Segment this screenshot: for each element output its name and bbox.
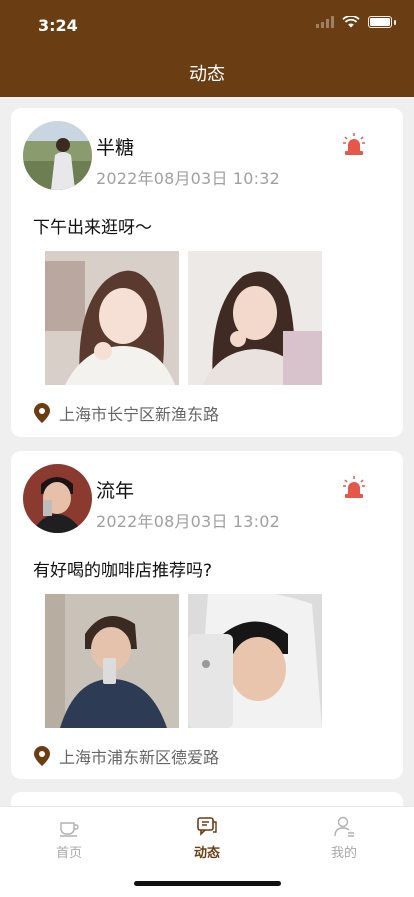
tab-label: 我的: [330, 846, 357, 861]
location-label: 上海市浦东新区德爱路: [59, 748, 220, 767]
signal-icon: [316, 16, 334, 28]
post-content: 下午出来逛呀～: [33, 218, 152, 238]
nav-header: 3:24 动态: [0, 0, 414, 97]
user-icon: [334, 816, 354, 837]
home-indicator[interactable]: [134, 881, 281, 886]
post-author[interactable]: 半糖: [96, 133, 134, 160]
tab-feed[interactable]: 动态: [167, 815, 247, 861]
location-pin-icon: [34, 403, 50, 423]
chat-feed-icon: [197, 817, 217, 836]
status-icons: [316, 16, 396, 28]
wifi-icon: [342, 16, 360, 28]
post-author[interactable]: 流年: [96, 476, 134, 503]
tab-label: 动态: [193, 846, 220, 861]
alarm-icon[interactable]: [343, 476, 365, 500]
battery-icon: [368, 16, 392, 28]
alarm-icon[interactable]: [343, 133, 365, 157]
avatar[interactable]: [23, 464, 92, 533]
post-location[interactable]: 上海市长宁区新渔东路: [34, 401, 219, 425]
post-card[interactable]: 流年 2022年08月03日 13:02 有好喝的咖啡店推荐吗? 上海市浦东新区…: [11, 451, 403, 779]
tab-mine[interactable]: 我的: [304, 815, 384, 861]
tab-label: 首页: [55, 846, 82, 861]
post-time: 2022年08月03日 10:32: [96, 169, 281, 188]
post-content: 有好喝的咖啡店推荐吗?: [33, 561, 213, 581]
coffee-cup-icon: [60, 822, 79, 837]
page-title: 动态: [189, 64, 225, 85]
avatar[interactable]: [23, 121, 92, 190]
post-photo[interactable]: [45, 251, 179, 385]
location-label: 上海市长宁区新渔东路: [59, 405, 220, 424]
post-photo[interactable]: [45, 594, 179, 728]
status-time: 3:24: [38, 16, 78, 35]
post-location[interactable]: 上海市浦东新区德爱路: [34, 744, 219, 768]
post-photo[interactable]: [188, 251, 322, 385]
post-photo[interactable]: [188, 594, 322, 728]
location-pin-icon: [34, 746, 50, 766]
tab-home[interactable]: 首页: [29, 815, 109, 861]
post-card[interactable]: 半糖 2022年08月03日 10:32 下午出来逛呀～ 上海市长宁区新渔东路: [11, 108, 403, 437]
post-time: 2022年08月03日 13:02: [96, 512, 281, 531]
